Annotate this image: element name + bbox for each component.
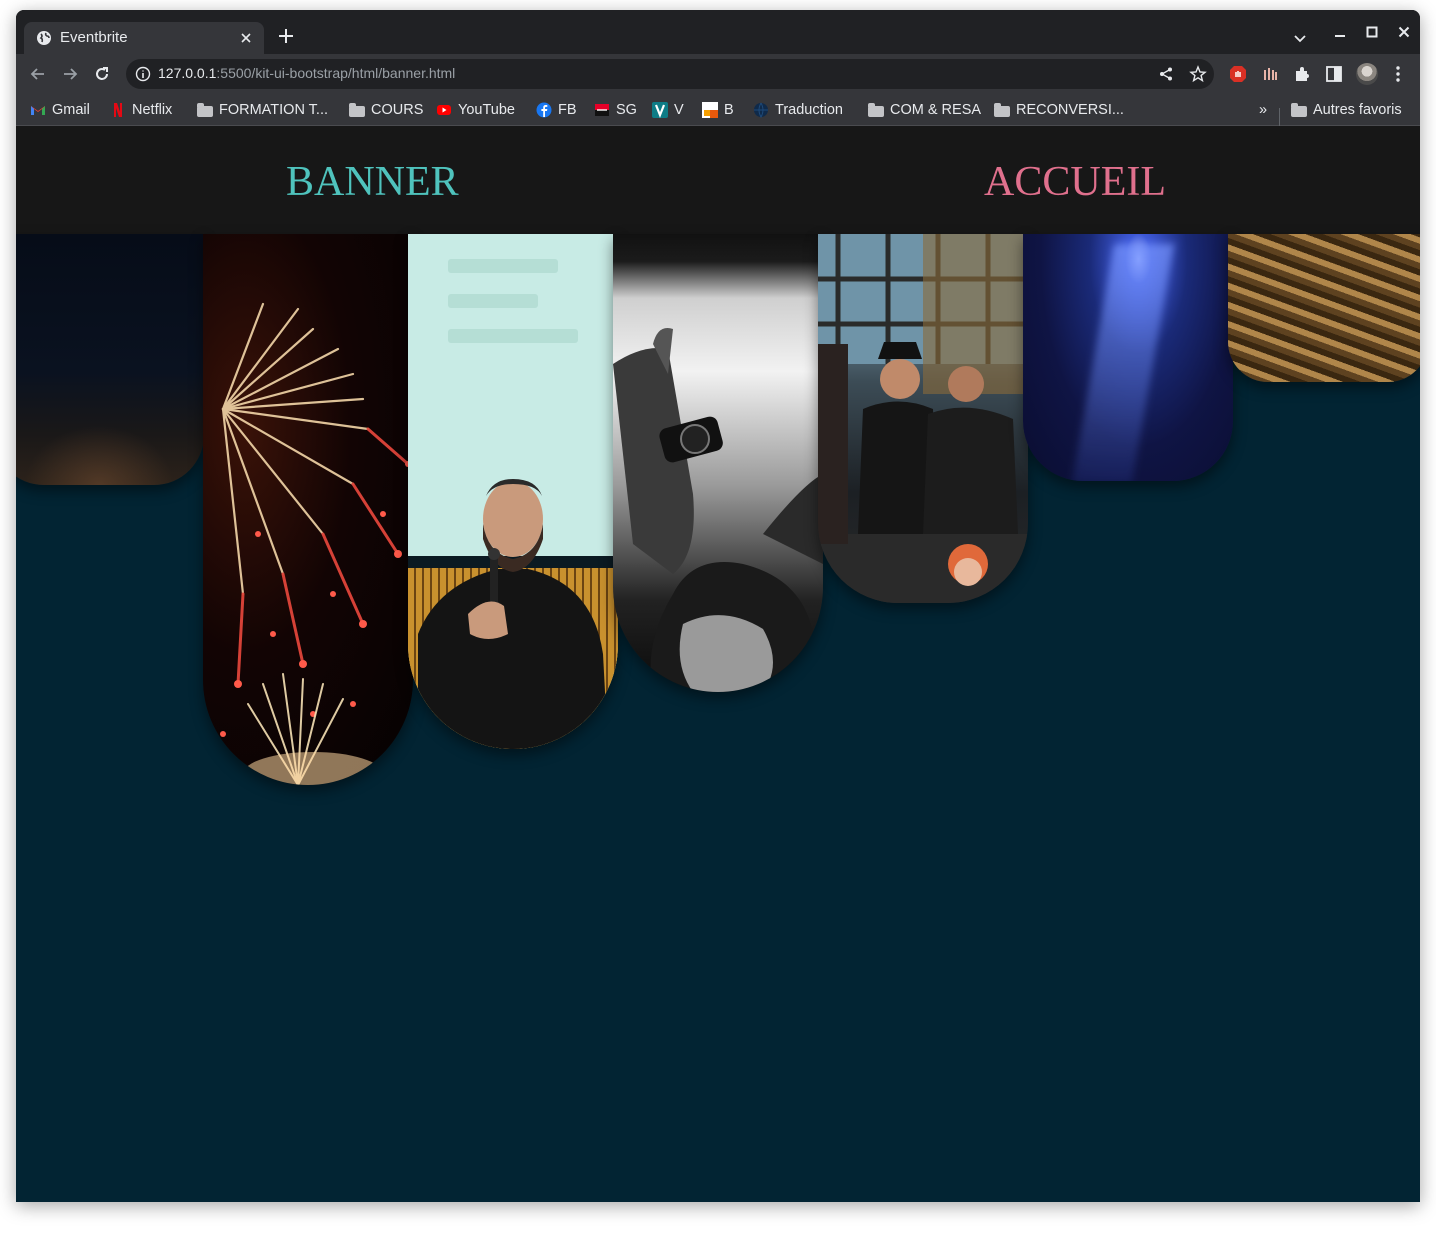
tab-search-chevron-icon[interactable] [1292,30,1308,46]
bookmark-label: V [674,102,684,118]
banner-image-fireworks [203,234,413,785]
bookmark-cours[interactable]: COURS [349,100,423,120]
close-tab-icon[interactable] [238,30,254,46]
bookmark-traduction[interactable]: Traduction [753,100,843,120]
bookmarks-separator [1279,108,1280,126]
share-icon[interactable] [1158,66,1174,82]
bookmark-com-resa[interactable]: COM & RESA [868,100,981,120]
tab-strip: Eventbrite [16,10,1420,54]
other-bookmarks-label: Autres favoris [1313,102,1402,118]
tab-eventbrite[interactable]: Eventbrite [24,22,264,54]
bookmark-netflix[interactable]: Netflix [110,100,172,120]
banner-image-blue-light [1023,234,1233,481]
url-text: 127.0.0.1:5500/kit-ui-bootstrap/html/ban… [158,65,455,81]
folder-icon [868,102,884,117]
bookmark-fb[interactable]: FB [536,100,577,120]
banner-image-gold [1228,234,1420,382]
close-window-icon[interactable] [1396,24,1412,40]
reload-icon[interactable] [92,64,112,84]
tab-title: Eventbrite [60,29,128,46]
address-bar[interactable]: 127.0.0.1:5500/kit-ui-bootstrap/html/ban… [126,59,1214,89]
speaker-drawing [418,259,608,749]
side-panel-icon[interactable] [1324,64,1344,84]
new-tab-icon[interactable] [276,26,296,46]
bookmark-label: FORMATION T... [219,102,329,118]
bookmark-label: COM & RESA [890,102,982,118]
bookmark-label: Traduction [775,102,843,118]
bookmark-gmail[interactable]: Gmail [30,100,90,120]
nav-link-banner[interactable]: BANNER [286,158,459,206]
banner-image-speaker [408,234,618,749]
banner-image-night-sky [16,234,204,485]
globe-icon [754,102,768,118]
bookmark-label: Netflix [132,102,173,118]
back-arrow-icon[interactable] [28,64,48,84]
folder-icon [349,102,365,117]
light-beam [1071,244,1175,481]
bookmark-star-icon[interactable] [1189,65,1207,83]
bookmark-b[interactable]: B [702,100,734,120]
url-host: 127.0.0.1 [158,65,217,81]
site-navbar: BANNER ACCUEIL [16,126,1420,234]
horizon-glow [24,425,174,485]
banner-image-concert-bw [613,234,823,692]
bookmark-v[interactable]: V [652,100,684,120]
fireworks-drawing [220,302,411,785]
other-bookmarks[interactable]: Autres favoris [1291,100,1402,120]
forward-arrow-icon[interactable] [60,64,80,84]
folder-icon [994,102,1010,117]
banner-image-photographers [818,234,1028,603]
page-content: BANNER ACCUEIL [16,126,1420,1202]
bookmark-youtube[interactable]: YouTube [436,100,515,120]
bookmarks-overflow-label: » [1259,102,1268,118]
bookmark-formation[interactable]: FORMATION T... [197,100,328,120]
menu-kebab-icon[interactable] [1388,64,1408,84]
bookmark-label: COURS [371,102,424,118]
browser-toolbar: 127.0.0.1:5500/kit-ui-bootstrap/html/ban… [16,54,1420,94]
adblock-extension-icon[interactable] [1228,64,1248,84]
nav-link-accueil[interactable]: ACCUEIL [984,158,1166,206]
pencils-extension-icon[interactable] [1260,64,1280,84]
extensions-puzzle-icon[interactable] [1292,64,1312,84]
bookmark-sg[interactable]: SG [594,100,637,120]
browser-window: Eventbrite 127.0.0.1:5500/kit-ui-bootstr… [16,10,1420,1202]
globe-icon [37,31,51,45]
bookmark-reconversion[interactable]: RECONVERSI... [994,100,1124,120]
bookmark-label: FB [558,102,577,118]
concert-drawing [613,328,823,692]
folder-icon [1291,102,1307,117]
profile-avatar[interactable] [1356,63,1378,85]
bookmark-label: SG [616,102,637,118]
folder-icon [197,102,213,117]
url-path: :5500/kit-ui-bootstrap/html/banner.html [216,65,456,81]
minimize-icon[interactable] [1332,24,1348,40]
v-icon [652,102,668,118]
bookmark-label: RECONVERSI... [1016,102,1124,118]
bookmark-label: Gmail [52,102,90,118]
gmail-icon [31,106,45,115]
photographers-drawing [818,234,1028,603]
bookmark-label: YouTube [458,102,515,118]
youtube-icon [437,105,451,115]
sg-icon [595,104,609,116]
bookmarks-bar: Gmail Netflix FORMATION T... COURS YouTu… [16,94,1420,126]
netflix-icon [114,103,122,117]
bookmarks-overflow-button[interactable]: » [1259,100,1267,120]
b-icon [702,102,718,118]
facebook-icon [536,102,552,118]
maximize-icon[interactable] [1364,24,1380,40]
site-info-icon[interactable] [135,66,151,82]
bookmark-label: B [724,102,734,118]
